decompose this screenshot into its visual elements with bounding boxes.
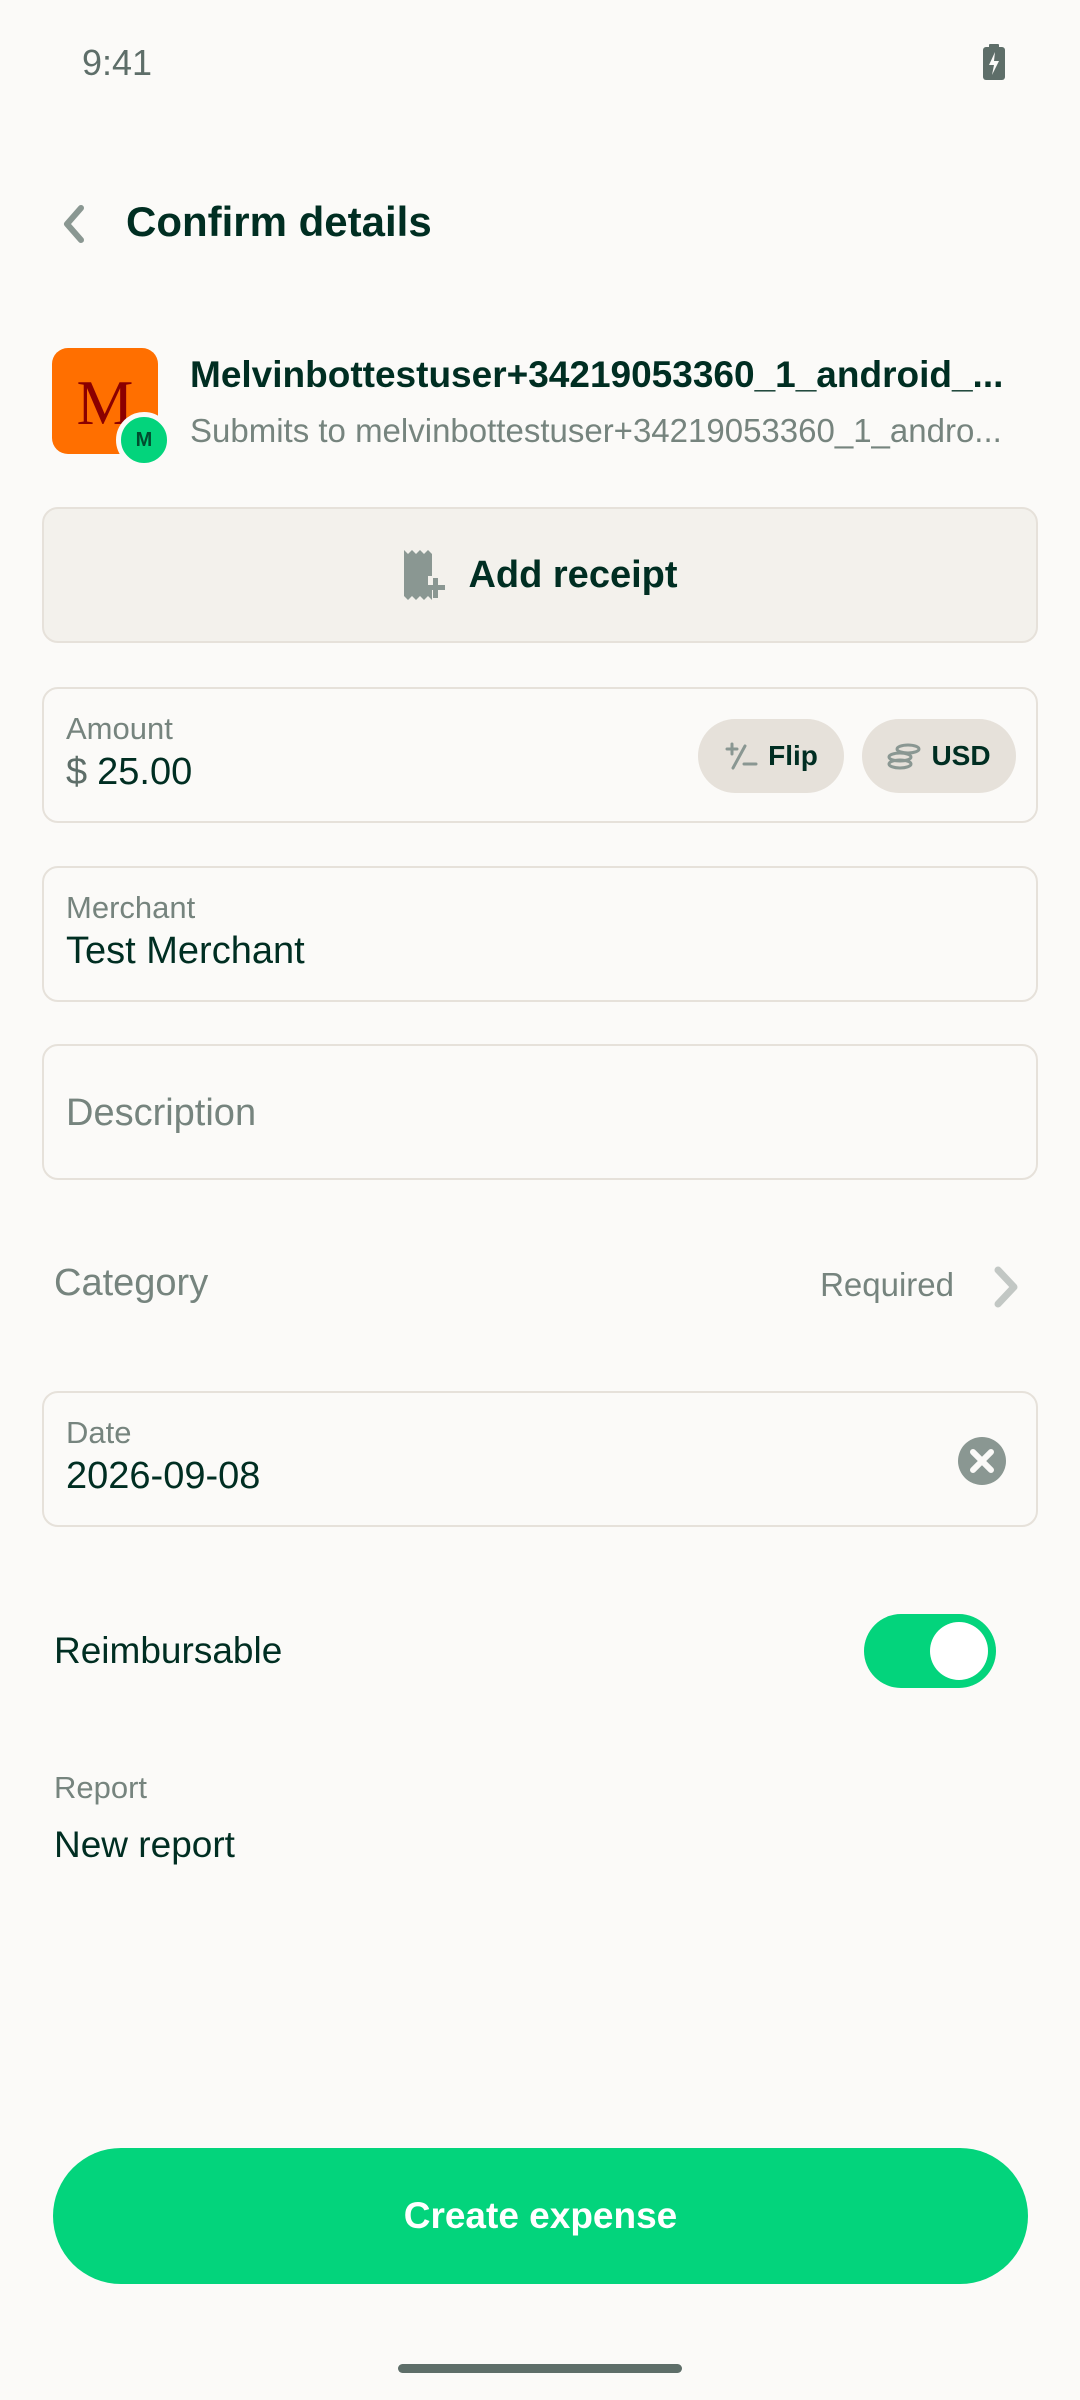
date-field[interactable]: Date 2026-09-08 — [42, 1391, 1038, 1527]
date-value: 2026-09-08 — [66, 1455, 261, 1497]
confirm-details-screen: 9:41 Confirm details M M Melvinbottestus… — [0, 0, 1080, 2400]
flip-label: Flip — [768, 740, 818, 771]
coins-icon — [887, 743, 921, 770]
merchant-field[interactable]: Merchant Test Merchant — [42, 866, 1038, 1002]
category-row[interactable]: Category Required — [0, 1238, 1080, 1334]
merchant-label: Merchant — [66, 890, 196, 925]
description-placeholder: Description — [66, 1092, 257, 1134]
avatar-badge: M — [116, 412, 172, 468]
flip-button[interactable]: Flip — [698, 719, 844, 793]
participant-row[interactable]: M M Melvinbottestuser+34219053360_1_andr… — [52, 346, 1032, 468]
amount-number: 25.00 — [97, 751, 193, 793]
report-value: New report — [54, 1824, 235, 1865]
merchant-value: Test Merchant — [66, 930, 305, 972]
currency-label: USD — [931, 740, 991, 771]
amount-field[interactable]: Amount $25.00 Flip USD — [42, 687, 1038, 823]
reimbursable-label: Reimbursable — [54, 1630, 283, 1671]
add-receipt-button[interactable]: Add receipt — [42, 507, 1038, 643]
toggle-knob — [930, 1622, 988, 1680]
clear-circle-icon[interactable] — [956, 1435, 1008, 1487]
description-field[interactable]: Description — [42, 1044, 1038, 1180]
create-expense-label: Create expense — [403, 2195, 678, 2236]
currency-symbol: $ — [66, 751, 88, 793]
reimbursable-row: Reimbursable — [0, 1612, 1080, 1692]
reimbursable-toggle[interactable] — [864, 1614, 996, 1688]
report-row[interactable]: Report New report — [54, 1770, 1034, 1880]
receipt-plus-icon — [404, 550, 446, 600]
category-required-hint: Required — [820, 1266, 954, 1303]
chevron-right-icon — [994, 1266, 1018, 1308]
battery-charging-icon — [983, 44, 1005, 80]
create-expense-button[interactable]: Create expense — [53, 2148, 1028, 2284]
amount-label: Amount — [66, 711, 173, 746]
chevron-left-icon — [64, 205, 84, 243]
page-title: Confirm details — [126, 198, 432, 245]
participant-name: Melvinbottestuser+34219053360_1_android_… — [190, 354, 1004, 395]
date-label: Date — [66, 1415, 132, 1450]
add-receipt-label: Add receipt — [468, 553, 678, 596]
home-indicator[interactable] — [398, 2364, 682, 2373]
currency-button[interactable]: USD — [862, 719, 1016, 793]
amount-value[interactable]: $25.00 — [66, 751, 192, 794]
participant-subtitle: Submits to melvinbottestuser+34219053360… — [190, 412, 1002, 449]
category-label: Category — [54, 1262, 209, 1304]
back-button[interactable] — [44, 194, 104, 254]
status-time: 9:41 — [82, 42, 153, 83]
header: Confirm details — [0, 180, 1080, 270]
report-label: Report — [54, 1770, 148, 1805]
status-bar: 9:41 — [0, 0, 1080, 128]
plus-minus-icon — [725, 742, 758, 770]
